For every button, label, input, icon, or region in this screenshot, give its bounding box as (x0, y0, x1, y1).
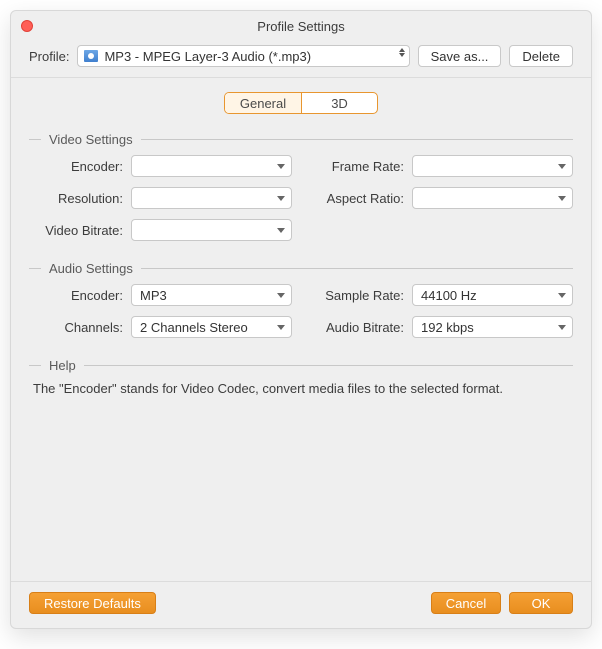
audio-encoder-value: MP3 (140, 288, 167, 303)
audio-bitrate-label: Audio Bitrate: (310, 320, 404, 335)
chevron-down-icon (558, 325, 566, 330)
help-group: Help The "Encoder" stands for Video Code… (29, 358, 573, 396)
stepper-arrows-icon (399, 48, 405, 57)
delete-button[interactable]: Delete (509, 45, 573, 67)
help-text: The "Encoder" stands for Video Codec, co… (29, 381, 573, 396)
channels-label: Channels: (29, 320, 123, 335)
titlebar: Profile Settings (11, 11, 591, 41)
profile-row: Profile: MP3 - MPEG Layer-3 Audio (*.mp3… (11, 41, 591, 77)
frame-rate-select[interactable] (412, 155, 573, 177)
profile-select-value: MP3 - MPEG Layer-3 Audio (*.mp3) (104, 49, 311, 64)
restore-defaults-button[interactable]: Restore Defaults (29, 592, 156, 614)
chevron-down-icon (558, 164, 566, 169)
mp3-format-icon (84, 50, 98, 62)
aspect-ratio-select[interactable] (412, 187, 573, 209)
channels-select[interactable]: 2 Channels Stereo (131, 316, 292, 338)
video-settings-title: Video Settings (29, 132, 573, 147)
chevron-down-icon (277, 325, 285, 330)
profile-settings-window: Profile Settings Profile: MP3 - MPEG Lay… (10, 10, 592, 629)
audio-bitrate-select[interactable]: 192 kbps (412, 316, 573, 338)
audio-settings-group: Audio Settings Encoder: MP3 Sample Rate:… (29, 261, 573, 338)
ok-button[interactable]: OK (509, 592, 573, 614)
content-area: General 3D Video Settings Encoder: Frame… (11, 77, 591, 581)
help-title: Help (29, 358, 573, 373)
video-bitrate-select[interactable] (131, 219, 292, 241)
frame-rate-label: Frame Rate: (310, 159, 404, 174)
audio-encoder-select[interactable]: MP3 (131, 284, 292, 306)
sample-rate-select[interactable]: 44100 Hz (412, 284, 573, 306)
video-settings-group: Video Settings Encoder: Frame Rate: (29, 132, 573, 241)
chevron-down-icon (558, 196, 566, 201)
tab-bar: General 3D (29, 92, 573, 114)
audio-settings-title: Audio Settings (29, 261, 573, 276)
cancel-button[interactable]: Cancel (431, 592, 501, 614)
video-bitrate-label: Video Bitrate: (29, 223, 123, 238)
chevron-down-icon (277, 164, 285, 169)
profile-select[interactable]: MP3 - MPEG Layer-3 Audio (*.mp3) (77, 45, 409, 67)
chevron-down-icon (558, 293, 566, 298)
chevron-down-icon (277, 196, 285, 201)
resolution-label: Resolution: (29, 191, 123, 206)
audio-encoder-label: Encoder: (29, 288, 123, 303)
profile-label: Profile: (29, 49, 69, 64)
video-encoder-label: Encoder: (29, 159, 123, 174)
resolution-select[interactable] (131, 187, 292, 209)
chevron-down-icon (277, 228, 285, 233)
video-encoder-select[interactable] (131, 155, 292, 177)
aspect-ratio-label: Aspect Ratio: (310, 191, 404, 206)
chevron-down-icon (277, 293, 285, 298)
channels-value: 2 Channels Stereo (140, 320, 248, 335)
save-as-button[interactable]: Save as... (418, 45, 502, 67)
tab-general[interactable]: General (225, 93, 301, 113)
footer: Restore Defaults Cancel OK (11, 581, 591, 628)
window-title: Profile Settings (11, 19, 591, 34)
sample-rate-label: Sample Rate: (310, 288, 404, 303)
tab-3d[interactable]: 3D (301, 93, 377, 113)
audio-bitrate-value: 192 kbps (421, 320, 474, 335)
sample-rate-value: 44100 Hz (421, 288, 477, 303)
